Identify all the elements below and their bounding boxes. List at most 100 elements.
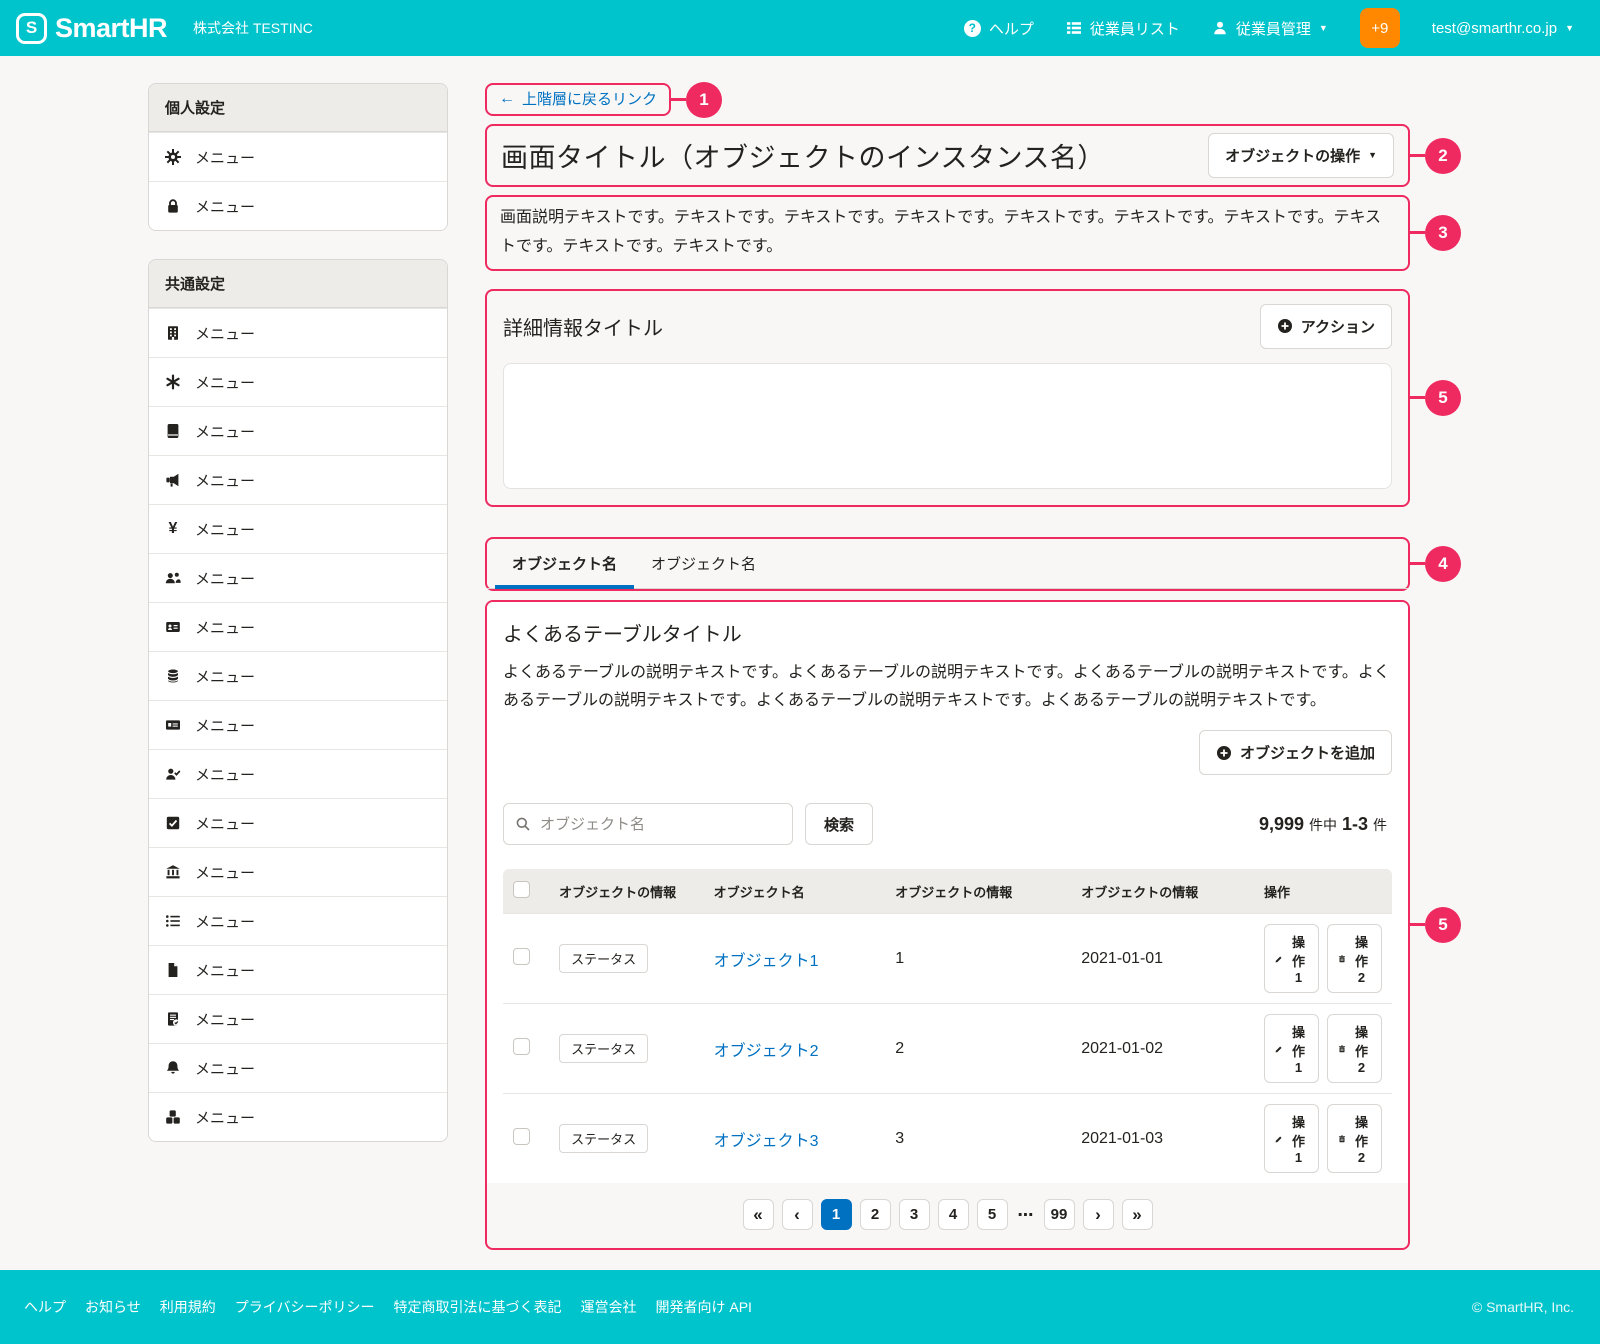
object-link[interactable]: オブジェクト3 <box>714 1133 819 1150</box>
row-checkbox[interactable] <box>513 948 530 965</box>
edit-button[interactable]: 操作1 <box>1264 1104 1319 1173</box>
footer-link-terms[interactable]: 利用規約 <box>160 1297 216 1317</box>
nav-employee-list[interactable]: 従業員リスト <box>1066 18 1180 39</box>
delete-button[interactable]: 操作2 <box>1327 1104 1382 1173</box>
main-content: ← 上階層に戻るリンク 1 画面タイトル（オブジェクトのインスタンス名） オブジ… <box>485 83 1410 1270</box>
account-menu[interactable]: test@smarthr.co.jp ▼ <box>1432 20 1574 37</box>
sidebar-item-payroll[interactable]: ¥ メニュー <box>149 504 447 553</box>
sidebar-item-list[interactable]: メニュー <box>149 896 447 945</box>
row-checkbox[interactable] <box>513 1038 530 1055</box>
object-info: 3 <box>885 1094 1071 1184</box>
nav-employee-admin[interactable]: 従業員管理 ▼ <box>1212 18 1328 39</box>
edit-button[interactable]: 操作1 <box>1264 1014 1319 1083</box>
tab-object-1[interactable]: オブジェクト名 <box>495 539 634 589</box>
arrow-left-icon: ← <box>499 90 515 108</box>
pagination-next[interactable]: › <box>1083 1199 1114 1230</box>
object-link[interactable]: オブジェクト2 <box>714 1043 819 1060</box>
sidebar-item-database[interactable]: メニュー <box>149 651 447 700</box>
user-check-icon <box>165 766 181 782</box>
select-all-cell <box>503 869 549 914</box>
sidebar-item-approval[interactable]: メニュー <box>149 798 447 847</box>
pagination-page-3[interactable]: 3 <box>899 1199 930 1230</box>
pagination-page-2[interactable]: 2 <box>860 1199 891 1230</box>
sidebar-item-notifications[interactable]: メニュー <box>149 1043 447 1092</box>
smarthr-logo[interactable]: S SmartHR <box>16 13 167 44</box>
sidebar-item-paycheck[interactable]: メニュー <box>149 700 447 749</box>
back-link[interactable]: ← 上階層に戻るリンク <box>499 88 657 109</box>
sidebar-item-security[interactable]: メニュー <box>149 181 447 230</box>
check-square-icon <box>165 815 181 831</box>
page-title: 画面タイトル（オブジェクトのインスタンス名） <box>501 136 1105 175</box>
pagination-first[interactable]: « <box>743 1199 774 1230</box>
tab-object-2[interactable]: オブジェクト名 <box>634 539 773 589</box>
footer-link-privacy[interactable]: プライバシーポリシー <box>235 1297 375 1317</box>
pagination-prev[interactable]: ‹ <box>782 1199 813 1230</box>
sidebar-item-idcard[interactable]: メニュー <box>149 602 447 651</box>
sidebar-item-apps[interactable]: メニュー <box>149 1092 447 1141</box>
pagination-last[interactable]: » <box>1122 1199 1153 1230</box>
pagination-page-1[interactable]: 1 <box>821 1199 852 1230</box>
add-object-button[interactable]: オブジェクトを追加 <box>1199 730 1392 775</box>
pagination-page-5[interactable]: 5 <box>977 1199 1008 1230</box>
sidebar-item-label: メニュー <box>195 519 255 540</box>
notification-badge[interactable]: +9 <box>1360 8 1400 48</box>
table-row: ステータス オブジェクト1 1 2021-01-01 操作1 操作2 <box>503 914 1392 1004</box>
sidebar-item-company[interactable]: メニュー <box>149 308 447 357</box>
account-email: test@smarthr.co.jp <box>1432 20 1557 37</box>
sidebar-section-personal: 個人設定 メニュー メニュー <box>148 83 448 231</box>
sidebar-item-label: メニュー <box>195 568 255 589</box>
page-description: 画面説明テキストです。テキストです。テキストです。テキストです。テキストです。テ… <box>500 204 1395 262</box>
sidebar-item-asterisk[interactable]: メニュー <box>149 357 447 406</box>
search-input[interactable] <box>503 803 793 845</box>
footer-link-help[interactable]: ヘルプ <box>24 1297 66 1317</box>
sidebar-item-file[interactable]: メニュー <box>149 945 447 994</box>
trash-icon <box>1338 1042 1346 1056</box>
search-button[interactable]: 検索 <box>805 803 873 845</box>
sidebar-item-members[interactable]: メニュー <box>149 553 447 602</box>
table-section-title: よくあるテーブルタイトル <box>503 618 1392 647</box>
company-name: 株式会社 TESTINC <box>193 18 313 38</box>
detail-section-header: 詳細情報タイトル アクション <box>503 304 1392 349</box>
object-table: オブジェクトの情報 オブジェクト名 オブジェクトの情報 オブジェクトの情報 操作… <box>503 869 1392 1183</box>
sidebar-item-user-check[interactable]: メニュー <box>149 749 447 798</box>
edit-button[interactable]: 操作1 <box>1264 924 1319 993</box>
annotation-badge-1: 1 <box>686 82 722 118</box>
sidebar-item-settings[interactable]: メニュー <box>149 132 447 181</box>
nav-help[interactable]: ? ヘルプ <box>964 18 1034 39</box>
select-all-checkbox[interactable] <box>513 881 530 898</box>
delete-button[interactable]: 操作2 <box>1327 1014 1382 1083</box>
pagination-page-4[interactable]: 4 <box>938 1199 969 1230</box>
app-footer: ヘルプ お知らせ 利用規約 プライバシーポリシー 特定商取引法に基づく表記 運営… <box>0 1270 1600 1344</box>
pagination-page-99[interactable]: 99 <box>1044 1199 1075 1230</box>
sidebar-item-doc-check[interactable]: メニュー <box>149 994 447 1043</box>
sidebar-item-book[interactable]: メニュー <box>149 406 447 455</box>
column-header: オブジェクトの情報 <box>549 869 703 914</box>
row-actions: 操作1 操作2 <box>1264 924 1382 993</box>
sidebar-item-label: メニュー <box>195 715 255 736</box>
sidebar-section-title: 個人設定 <box>149 84 447 132</box>
object-link[interactable]: オブジェクト1 <box>714 953 819 970</box>
add-object-label: オブジェクトを追加 <box>1240 742 1375 763</box>
trash-icon <box>1338 1132 1346 1146</box>
result-count-middle: 件中 <box>1309 815 1337 835</box>
book-icon <box>165 423 181 439</box>
row-checkbox[interactable] <box>513 1128 530 1145</box>
annotation-badge-3: 3 <box>1425 215 1461 251</box>
table-row: ステータス オブジェクト3 3 2021-01-03 操作1 操作2 <box>503 1094 1392 1184</box>
database-icon <box>165 668 181 684</box>
footer-link-developer-api[interactable]: 開発者向け API <box>655 1297 751 1317</box>
sidebar-item-announce[interactable]: メニュー <box>149 455 447 504</box>
sidebar-item-bank[interactable]: メニュー <box>149 847 447 896</box>
delete-button[interactable]: 操作2 <box>1327 924 1382 993</box>
delete-button-label: 操作2 <box>1352 932 1371 985</box>
sidebar-item-label: メニュー <box>195 372 255 393</box>
footer-link-news[interactable]: お知らせ <box>85 1297 141 1317</box>
sidebar-item-label: メニュー <box>195 617 255 638</box>
smarthr-logo-mark-icon: S <box>16 13 47 44</box>
sidebar-item-label: メニュー <box>195 960 255 981</box>
footer-link-company[interactable]: 運営会社 <box>580 1297 636 1317</box>
action-button[interactable]: アクション <box>1260 304 1392 349</box>
footer-link-commerce-law[interactable]: 特定商取引法に基づく表記 <box>393 1297 561 1317</box>
object-actions-button[interactable]: オブジェクトの操作 ▼ <box>1208 133 1394 178</box>
sidebar-section-title: 共通設定 <box>149 260 447 308</box>
